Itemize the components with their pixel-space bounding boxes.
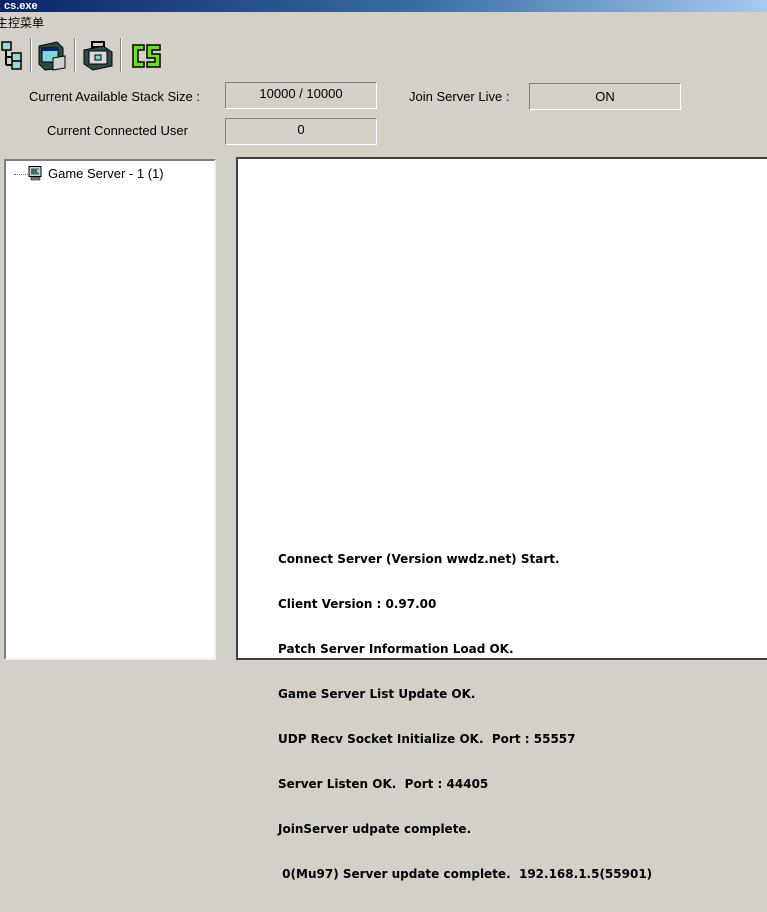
log-line: Game Server List Update OK. bbox=[278, 687, 476, 701]
toolbar-separator bbox=[120, 38, 122, 72]
menu-bar: 主控菜单 bbox=[0, 13, 767, 33]
window-button[interactable] bbox=[35, 38, 69, 72]
network-tree-button[interactable] bbox=[0, 38, 28, 72]
cs-logo-button[interactable] bbox=[129, 38, 163, 72]
log-line: UDP Recv Socket Initialize OK. Port : 55… bbox=[278, 732, 576, 746]
window-title: cs.exe bbox=[0, 0, 767, 12]
join-server-value: ON bbox=[529, 83, 681, 110]
connected-user-value: 0 bbox=[225, 118, 377, 145]
menu-item-main-control[interactable]: 主控菜单 bbox=[0, 13, 44, 33]
briefcase-icon bbox=[83, 41, 113, 71]
log-line: JoinServer udpate complete. bbox=[278, 822, 472, 836]
window-icon bbox=[38, 41, 66, 71]
log-line: Client Version : 0.97.00 bbox=[278, 597, 437, 611]
toolbar-separator bbox=[74, 38, 76, 72]
stack-size-value: 10000 / 10000 bbox=[225, 82, 377, 109]
cs-logo-icon bbox=[130, 41, 162, 71]
tree-connector bbox=[14, 174, 28, 175]
toolbar bbox=[0, 34, 767, 76]
log-line: 0(Mu97) Server update complete. 192.168.… bbox=[278, 867, 653, 881]
tree-item-label: Game Server - 1 (1) bbox=[48, 166, 164, 181]
computer-icon bbox=[28, 166, 42, 181]
log-panel[interactable]: Connect Server (Version wwdz.net) Start.… bbox=[236, 157, 767, 881]
log-lines: Connect Server (Version wwdz.net) Start.… bbox=[278, 522, 652, 912]
connected-user-label: Current Connected User bbox=[47, 123, 188, 138]
join-server-label: Join Server Live : bbox=[409, 89, 510, 104]
stack-size-label: Current Available Stack Size : bbox=[29, 89, 201, 104]
log-line: Patch Server Information Load OK. bbox=[278, 642, 514, 656]
server-tree[interactable]: Game Server - 1 (1) bbox=[4, 159, 216, 660]
toolbar-separator bbox=[30, 38, 32, 72]
network-tree-icon bbox=[1, 41, 22, 70]
log-line: Connect Server (Version wwdz.net) Start. bbox=[278, 552, 560, 566]
briefcase-button[interactable] bbox=[81, 38, 115, 72]
log-line: Server Listen OK. Port : 44405 bbox=[278, 777, 489, 791]
